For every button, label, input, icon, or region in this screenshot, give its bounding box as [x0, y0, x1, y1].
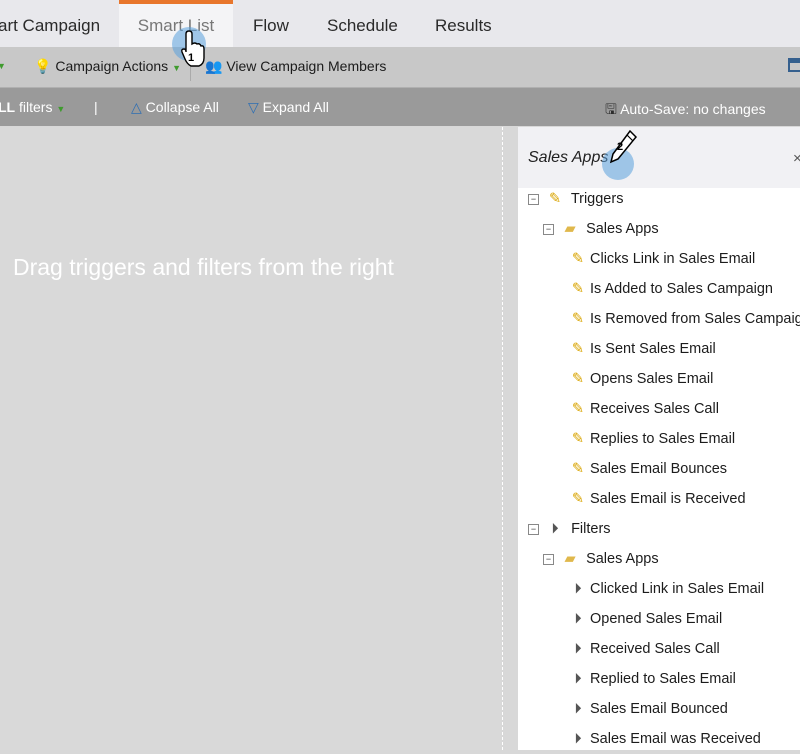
- expand-all-label: Expand All: [262, 99, 329, 115]
- autosave-status: 🖫 Auto-Save: no changes: [605, 99, 766, 123]
- filters-group-label: Filters: [571, 521, 611, 537]
- trigger-icon: ✎: [571, 281, 585, 297]
- trigger-icon: ✎: [571, 491, 585, 507]
- trigger-icon: ✎: [571, 311, 585, 327]
- campaign-actions-menu[interactable]: 💡 Campaign Actions ▼: [34, 58, 181, 75]
- trigger-item-label: Is Added to Sales Campaign: [590, 281, 773, 297]
- trigger-icon: ✎: [571, 251, 585, 267]
- panel-title: Sales Apps: [528, 149, 609, 166]
- trigger-icon: ✎: [548, 191, 562, 207]
- filter-item-label: Replied to Sales Email: [590, 671, 736, 687]
- panel-header: Sales Apps ×: [518, 127, 800, 188]
- collapse-icon: △: [131, 99, 142, 115]
- filter-item-label: Sales Email Bounced: [590, 701, 728, 717]
- trigger-item[interactable]: ✎ Receives Sales Call: [570, 394, 719, 424]
- trigger-item-label: Sales Email Bounces: [590, 461, 728, 477]
- collapse-all-button[interactable]: △ Collapse All: [131, 99, 219, 116]
- filter-item-label: Sales Email was Received: [590, 731, 761, 747]
- tab-schedule[interactable]: Schedule: [327, 0, 398, 47]
- trigger-item[interactable]: ✎ Replies to Sales Email: [570, 424, 735, 454]
- folder-icon: ▰: [564, 221, 576, 237]
- chevron-down-icon: ▼: [56, 104, 66, 114]
- tab-flow[interactable]: Flow: [253, 0, 289, 47]
- lightbulb-icon: 💡: [34, 58, 52, 74]
- filter-icon: ⏵: [574, 641, 582, 657]
- dropdown-arrow-icon[interactable]: ▼: [0, 61, 6, 71]
- trigger-item[interactable]: ✎ Is Added to Sales Campaign: [570, 274, 773, 304]
- filter-icon: ⏵: [574, 581, 582, 597]
- folder-label: Sales Apps: [586, 551, 659, 567]
- save-icon: 🖫: [605, 101, 617, 117]
- smart-list-toolbar: LL filters ▼ | △ Collapse All ▽ Expand A…: [0, 88, 800, 126]
- expand-all-button[interactable]: ▽ Expand All: [248, 99, 329, 116]
- filters-bold-label: LL: [0, 99, 16, 115]
- trigger-item-label: Is Sent Sales Email: [590, 341, 716, 357]
- trigger-item-label: Replies to Sales Email: [590, 431, 736, 447]
- canvas-drop-hint: Drag triggers and filters from the right: [13, 254, 394, 280]
- campaign-toolbar: ▼ 💡 Campaign Actions ▼ 👥 View Campaign M…: [0, 47, 800, 88]
- trigger-item[interactable]: ✎ Sales Email Bounces: [570, 454, 727, 484]
- tree-group-triggers[interactable]: − ✎ Triggers: [528, 184, 623, 214]
- tree-folder-sales-apps-triggers[interactable]: − ▰ Sales Apps: [543, 214, 659, 244]
- trigger-item-label: Opens Sales Email: [590, 371, 714, 387]
- filter-icon: ⏵: [574, 671, 582, 687]
- filters-label: filters: [19, 99, 53, 115]
- close-icon[interactable]: ×: [793, 150, 800, 167]
- collapse-toggle-icon[interactable]: −: [543, 223, 554, 235]
- trigger-icon: ✎: [571, 461, 585, 477]
- trigger-item[interactable]: ✎ Opens Sales Email: [570, 364, 713, 394]
- trigger-icon: ✎: [571, 401, 585, 417]
- members-icon: 👥: [205, 58, 223, 74]
- filter-item-label: Opened Sales Email: [590, 611, 723, 627]
- all-filters-dropdown[interactable]: LL filters ▼: [0, 99, 65, 115]
- expand-icon: ▽: [248, 99, 259, 115]
- trigger-item-label: Sales Email is Received: [590, 491, 746, 507]
- smart-list-canvas[interactable]: [0, 127, 503, 750]
- toolbar-separator: |: [94, 99, 98, 115]
- trigger-item-label: Is Removed from Sales Campaign: [590, 311, 800, 327]
- triggers-label: Triggers: [570, 191, 624, 207]
- tab-smart-campaign[interactable]: art Campaign: [0, 0, 100, 47]
- filter-item[interactable]: ⏵ Clicked Link in Sales Email: [570, 574, 764, 604]
- filter-icon: ⏵: [574, 611, 582, 627]
- collapse-toggle-icon[interactable]: −: [528, 193, 539, 205]
- filter-item[interactable]: ⏵ Replied to Sales Email: [570, 664, 736, 694]
- campaign-actions-label: Campaign Actions: [55, 58, 169, 74]
- trigger-item[interactable]: ✎ Is Sent Sales Email: [570, 334, 716, 364]
- folder-label: Sales Apps: [586, 221, 659, 237]
- trigger-icon: ✎: [571, 431, 585, 447]
- view-campaign-members-button[interactable]: 👥 View Campaign Members: [205, 58, 386, 75]
- filter-item-label: Clicked Link in Sales Email: [590, 581, 765, 597]
- filter-item[interactable]: ⏵ Opened Sales Email: [570, 604, 722, 634]
- trigger-icon: ✎: [571, 371, 585, 387]
- tree-group-filters[interactable]: − ⏵ Filters: [528, 514, 611, 544]
- filter-icon: ⏵: [551, 521, 559, 537]
- step-number: 1: [188, 52, 195, 64]
- autosave-label: Auto-Save: no changes: [620, 101, 766, 117]
- filter-item[interactable]: ⏵ Sales Email Bounced: [570, 694, 728, 724]
- trigger-item[interactable]: ✎ Clicks Link in Sales Email: [570, 244, 755, 274]
- tab-results[interactable]: Results: [435, 0, 492, 47]
- trigger-icon: ✎: [571, 341, 585, 357]
- triggers-filters-panel: Sales Apps × − ✎ Triggers − ▰ Sales Apps…: [518, 127, 800, 750]
- trigger-item-label: Clicks Link in Sales Email: [590, 251, 756, 267]
- window-icon[interactable]: [788, 58, 800, 72]
- collapse-toggle-icon[interactable]: −: [543, 553, 554, 565]
- collapse-toggle-icon[interactable]: −: [528, 523, 539, 535]
- step-number: 2: [617, 141, 624, 153]
- tree-folder-sales-apps-filters[interactable]: − ▰ Sales Apps: [543, 544, 659, 574]
- trigger-item[interactable]: ✎ Sales Email is Received: [570, 484, 746, 514]
- filter-item-label: Received Sales Call: [590, 641, 720, 657]
- filter-icon: ⏵: [574, 701, 582, 717]
- tab-bar: art Campaign Smart List Flow Schedule Re…: [0, 0, 800, 47]
- view-members-label: View Campaign Members: [226, 58, 387, 74]
- filter-item[interactable]: ⏵ Received Sales Call: [570, 634, 720, 664]
- trigger-item-label: Receives Sales Call: [590, 401, 719, 417]
- collapse-all-label: Collapse All: [145, 99, 219, 115]
- trigger-item[interactable]: ✎ Is Removed from Sales Campaign: [570, 304, 800, 334]
- folder-icon: ▰: [564, 551, 576, 567]
